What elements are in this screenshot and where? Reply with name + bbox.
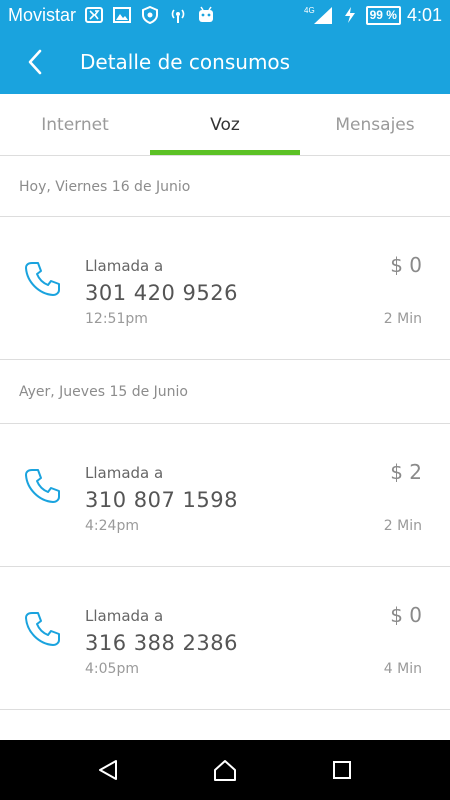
call-row[interactable]: Llamada a 310 807 1598 4:24pm $ 2 2 Min <box>0 424 450 567</box>
carrier-name: Movistar <box>8 4 77 25</box>
hotspot-icon <box>168 6 188 24</box>
call-time: 12:51pm <box>85 311 148 327</box>
call-time: 4:24pm <box>85 518 139 534</box>
call-row[interactable]: Llamada a 301 420 9526 12:51pm $ 0 2 Min <box>0 217 450 360</box>
charging-icon <box>340 6 360 24</box>
nav-recents-button[interactable] <box>317 745 367 795</box>
call-duration: 4 Min <box>383 661 422 677</box>
back-button[interactable] <box>0 30 70 94</box>
page-title: Detalle de consumos <box>80 50 291 74</box>
call-cost: $ 0 <box>390 603 422 627</box>
call-cost: $ 0 <box>390 253 422 277</box>
call-label: Llamada a <box>85 607 164 625</box>
date-header: Hoy, Viernes 16 de Junio <box>0 157 450 217</box>
battery-indicator: 99 % <box>365 5 401 25</box>
chevron-left-icon <box>28 49 42 75</box>
android-icon <box>196 6 216 24</box>
phone-icon <box>25 262 60 296</box>
tab-mensajes[interactable]: Mensajes <box>300 94 450 155</box>
nav-home-button[interactable] <box>200 745 250 795</box>
call-duration: 2 Min <box>383 518 422 534</box>
image-icon <box>112 6 132 24</box>
call-duration: 2 Min <box>383 311 422 327</box>
call-label: Llamada a <box>85 464 164 482</box>
phone-icon <box>25 469 60 503</box>
home-icon <box>213 760 236 781</box>
call-label: Llamada a <box>85 257 164 275</box>
call-time: 4:05pm <box>85 661 139 677</box>
phone-icon <box>25 612 60 646</box>
triangle-back-icon <box>99 760 118 780</box>
call-list[interactable]: Hoy, Viernes 16 de Junio Llamada a 301 4… <box>0 157 450 740</box>
square-recents-icon <box>332 761 351 779</box>
app-bar: Detalle de consumos <box>0 30 450 94</box>
tab-voz[interactable]: Voz <box>150 94 300 155</box>
carrier-app-icon <box>84 6 104 24</box>
call-number: 310 807 1598 <box>85 488 238 512</box>
system-nav-bar <box>0 740 450 800</box>
call-number: 301 420 9526 <box>85 281 238 305</box>
network-type: 4G <box>304 6 315 15</box>
call-row[interactable]: Llamada a 316 388 2386 4:05pm $ 0 4 Min <box>0 567 450 710</box>
clock: 4:01 <box>406 4 442 25</box>
tab-bar: Internet Voz Mensajes <box>0 94 450 156</box>
shield-icon <box>140 6 160 24</box>
nav-back-button[interactable] <box>83 745 133 795</box>
tab-internet[interactable]: Internet <box>0 94 150 155</box>
call-cost: $ 2 <box>390 460 422 484</box>
signal-icon: 4G <box>304 6 334 24</box>
date-header: Ayer, Jueves 15 de Junio <box>0 360 450 424</box>
call-number: 316 388 2386 <box>85 631 238 655</box>
status-bar: Movistar 4G 99 % 4:01 <box>0 0 450 30</box>
